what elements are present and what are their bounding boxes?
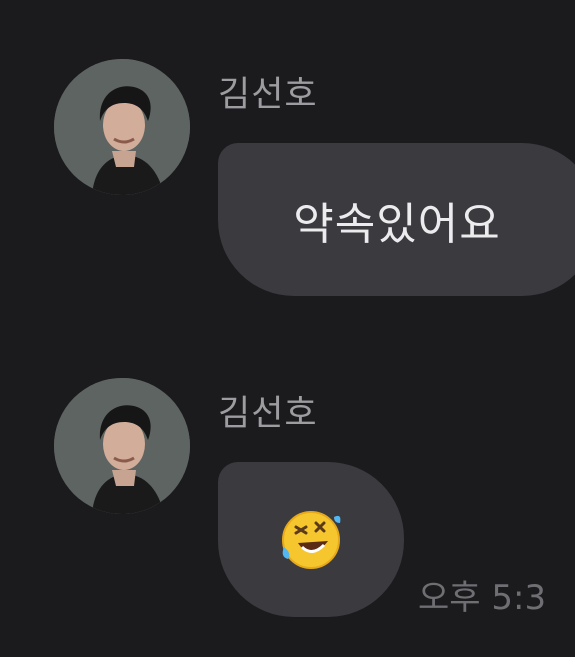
rolling-on-floor-laughing-icon: [278, 507, 344, 573]
message-bubble[interactable]: [218, 462, 404, 617]
message-text: 약속있어요: [293, 198, 501, 250]
avatar[interactable]: [54, 59, 190, 195]
message-bubble[interactable]: 약속있어요: [218, 143, 575, 296]
profile-photo: [54, 378, 190, 514]
avatar[interactable]: [54, 378, 190, 514]
chat-thread: 김선호 약속있어요 김선호 오후 5:3: [0, 0, 575, 657]
sender-name: 김선호: [218, 394, 318, 434]
sender-name: 김선호: [218, 75, 318, 115]
profile-photo: [54, 59, 190, 195]
message-timestamp: 오후 5:3: [418, 578, 547, 618]
